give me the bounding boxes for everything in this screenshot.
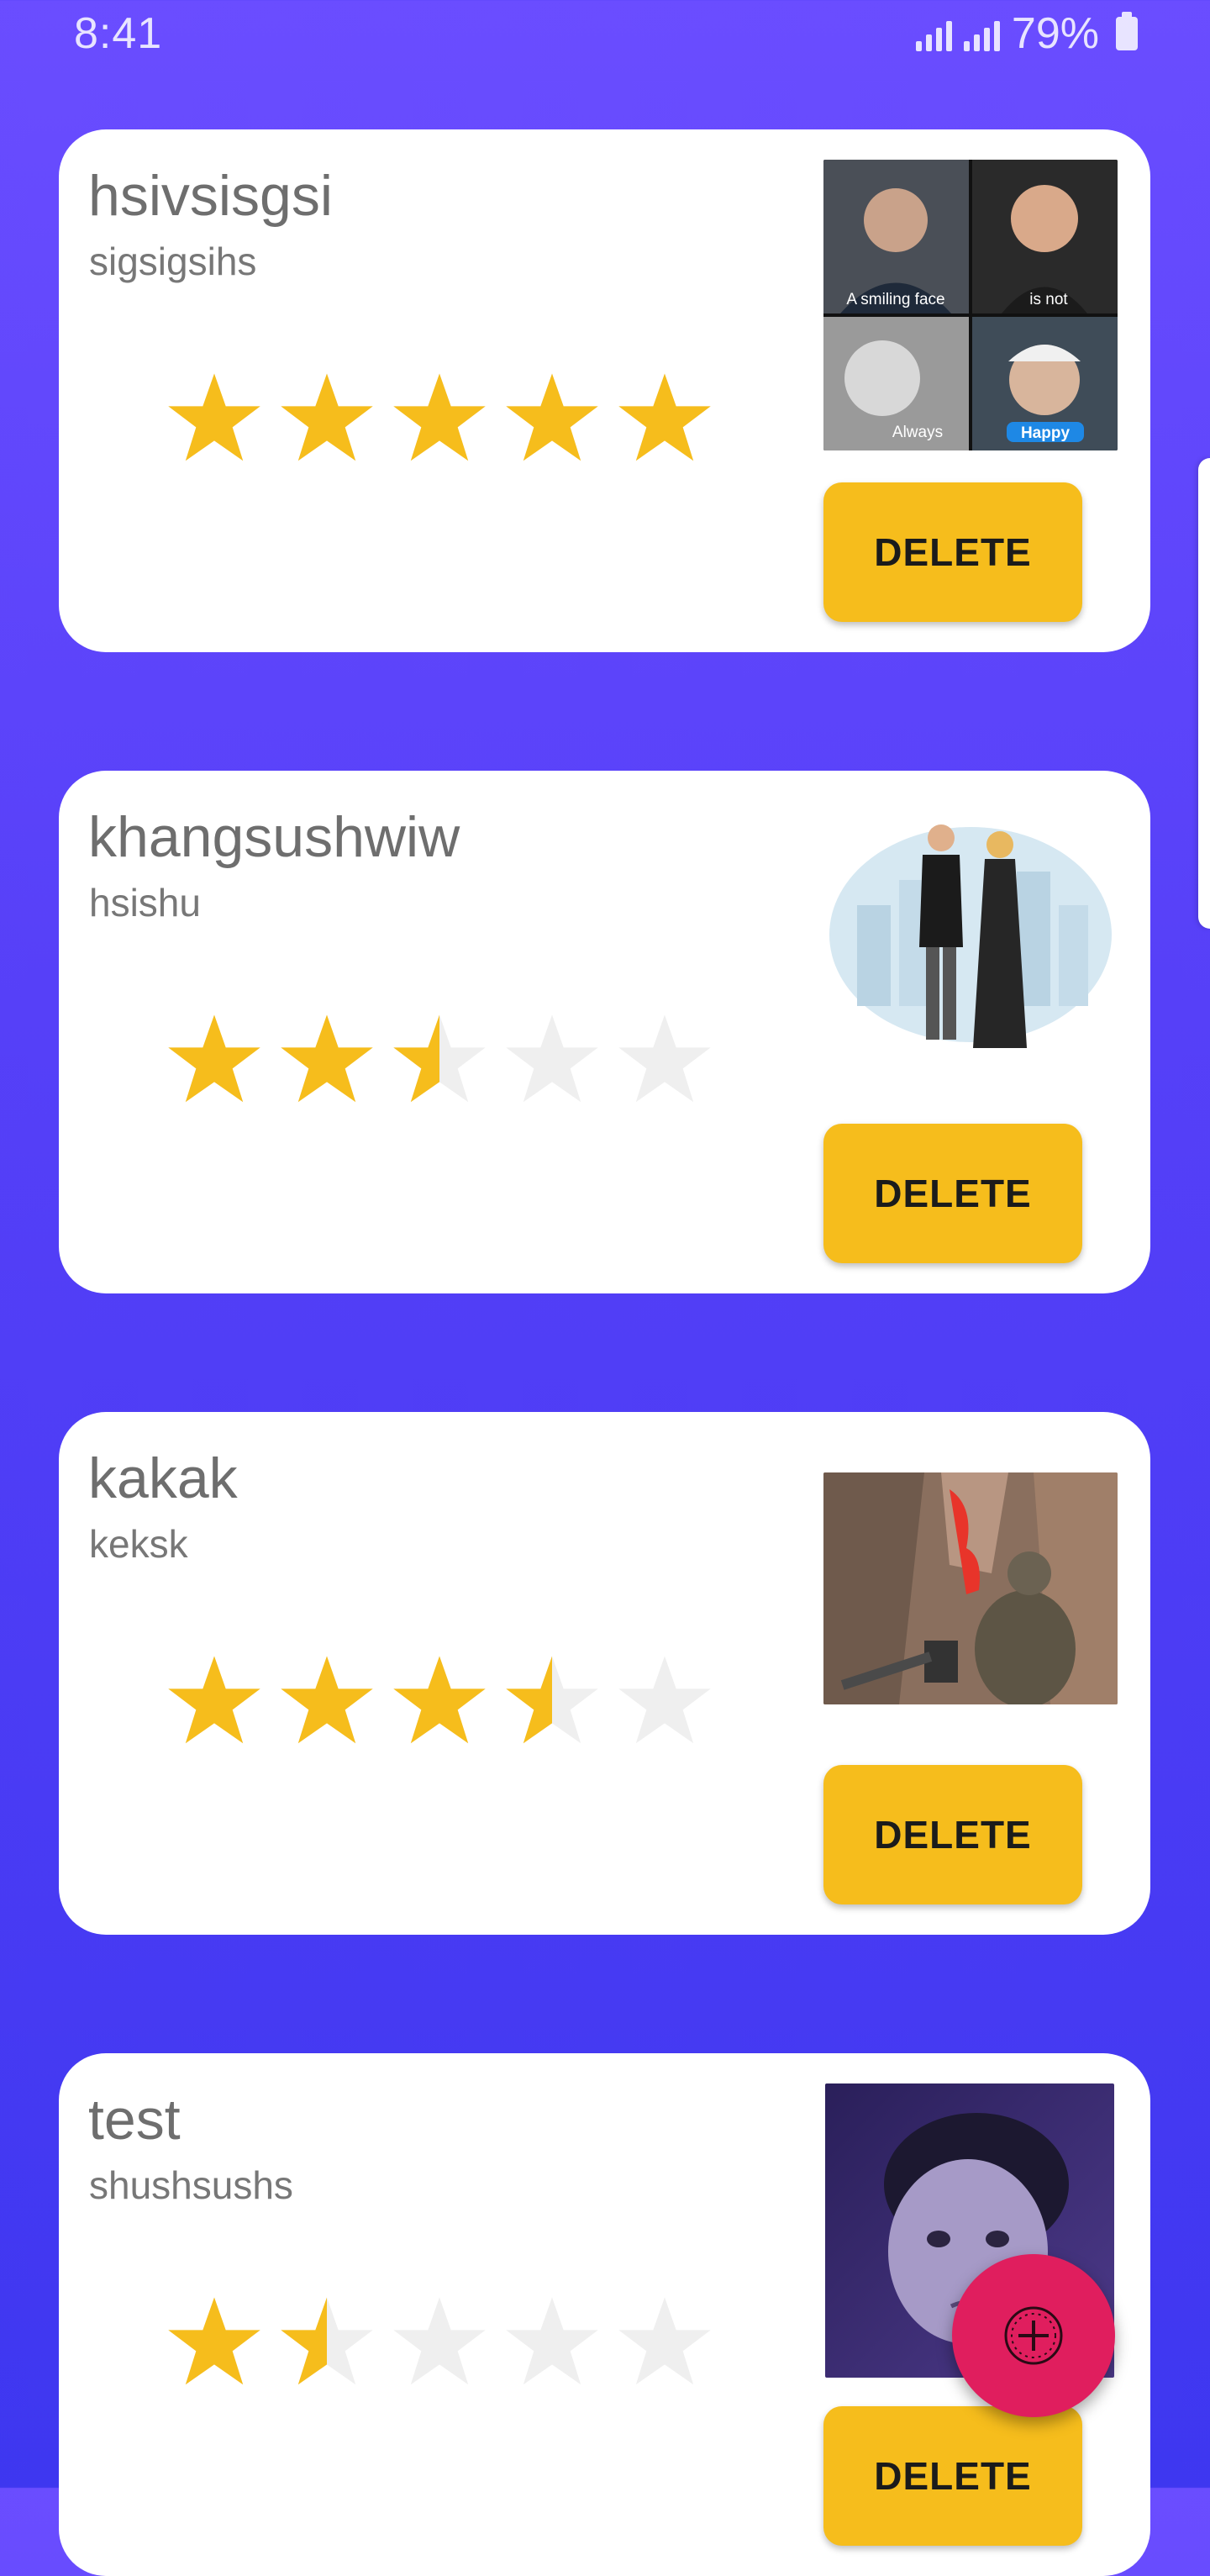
add-circle-icon <box>1004 2306 1063 2365</box>
star-icon[interactable] <box>279 2294 375 2389</box>
card-image: A smiling face is not Always Happy <box>823 160 1118 450</box>
star-icon[interactable] <box>279 1652 375 1748</box>
rating-stars[interactable] <box>166 2294 713 2389</box>
status-bar: 8:41 79% <box>0 0 1210 71</box>
card-title: khangsushwiw <box>88 805 460 869</box>
star-icon[interactable] <box>392 1652 487 1748</box>
signal-icon <box>963 16 1000 51</box>
card-subtitle: keksk <box>89 1522 188 1566</box>
star-icon[interactable] <box>617 370 713 466</box>
star-icon[interactable] <box>504 1652 600 1748</box>
star-icon[interactable] <box>617 1011 713 1107</box>
star-icon[interactable] <box>279 1011 375 1107</box>
star-icon[interactable] <box>279 370 375 466</box>
item-card: hsivsisgsi sigsigsihs A smiling face is … <box>59 129 1150 652</box>
star-icon[interactable] <box>166 2294 262 2389</box>
star-icon[interactable] <box>617 2294 713 2389</box>
meme-caption: Always <box>892 424 943 441</box>
delete-button[interactable]: DELETE <box>823 2406 1082 2546</box>
meme-caption: A smiling face <box>846 291 944 308</box>
delete-button[interactable]: DELETE <box>823 482 1082 622</box>
star-icon[interactable] <box>504 2294 600 2389</box>
star-icon[interactable] <box>392 1011 487 1107</box>
item-card: kakak keksk DELETE <box>59 1412 1150 1935</box>
star-icon[interactable] <box>392 2294 487 2389</box>
item-card: khangsushwiw hsishu DELETE <box>59 771 1150 1293</box>
card-subtitle: sigsigsihs <box>89 240 257 283</box>
battery-percent: 79% <box>1011 9 1099 58</box>
card-image <box>823 1472 1118 1704</box>
star-icon[interactable] <box>504 370 600 466</box>
star-icon[interactable] <box>617 1652 713 1748</box>
star-icon[interactable] <box>504 1011 600 1107</box>
signal-icon <box>915 16 952 51</box>
add-fab-button[interactable] <box>952 2254 1115 2417</box>
delete-button[interactable]: DELETE <box>823 1765 1082 1904</box>
card-subtitle: shushsushs <box>89 2163 293 2207</box>
battery-icon <box>1116 12 1138 50</box>
star-icon[interactable] <box>166 1652 262 1748</box>
rating-stars[interactable] <box>166 1011 713 1107</box>
delete-button[interactable]: DELETE <box>823 1124 1082 1263</box>
meme-caption: Happy <box>1021 424 1071 442</box>
status-right: 79% <box>915 8 1138 59</box>
star-icon[interactable] <box>166 370 262 466</box>
rating-stars[interactable] <box>166 1652 713 1748</box>
card-title: test <box>88 2088 181 2152</box>
star-icon[interactable] <box>392 370 487 466</box>
card-title: kakak <box>88 1446 238 1510</box>
card-title: hsivsisgsi <box>88 164 333 228</box>
meme-caption: is not <box>1029 291 1068 308</box>
star-icon[interactable] <box>166 1011 262 1107</box>
status-time: 8:41 <box>74 9 163 58</box>
card-image <box>823 813 1118 1107</box>
scroll-edge-handle[interactable] <box>1198 458 1210 929</box>
card-subtitle: hsishu <box>89 881 201 925</box>
rating-stars[interactable] <box>166 370 713 466</box>
